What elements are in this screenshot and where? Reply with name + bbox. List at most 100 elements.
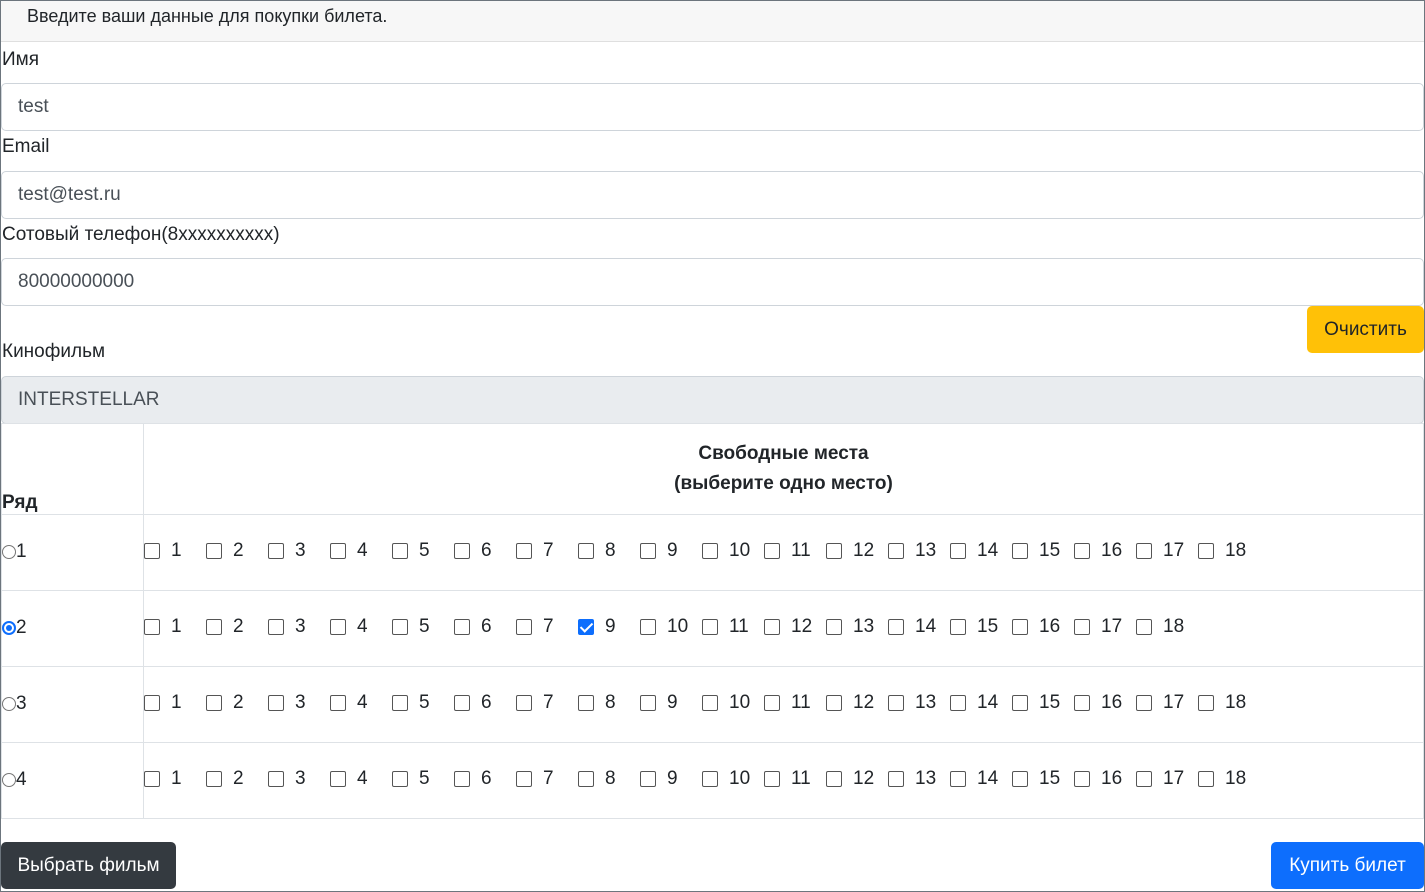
seat-option[interactable]: 3 <box>268 692 317 714</box>
seat-checkbox[interactable] <box>950 619 966 635</box>
seat-checkbox[interactable] <box>206 695 222 711</box>
seat-checkbox[interactable] <box>950 771 966 787</box>
seat-checkbox[interactable] <box>144 771 160 787</box>
seat-option[interactable]: 6 <box>454 616 503 638</box>
seat-checkbox[interactable] <box>764 695 780 711</box>
seat-checkbox[interactable] <box>764 771 780 787</box>
clear-button[interactable]: Очистить <box>1307 306 1424 353</box>
seat-option[interactable]: 15 <box>1012 692 1061 714</box>
seat-option[interactable]: 4 <box>330 768 379 790</box>
seat-checkbox[interactable] <box>826 543 842 559</box>
seat-checkbox[interactable] <box>1136 619 1152 635</box>
seat-option[interactable]: 13 <box>888 540 937 562</box>
seat-option[interactable]: 11 <box>764 768 813 790</box>
seat-option[interactable]: 1 <box>144 540 193 562</box>
seat-option[interactable]: 5 <box>392 540 441 562</box>
seat-option[interactable]: 7 <box>516 540 565 562</box>
seat-checkbox[interactable] <box>826 619 842 635</box>
seat-checkbox[interactable] <box>268 619 284 635</box>
seat-checkbox[interactable] <box>330 771 346 787</box>
seat-option[interactable]: 9 <box>640 692 689 714</box>
seat-option[interactable]: 10 <box>702 768 751 790</box>
seat-checkbox[interactable] <box>578 771 594 787</box>
seat-checkbox[interactable] <box>1198 771 1214 787</box>
row-radio-option[interactable]: 1 <box>2 541 27 563</box>
seat-checkbox[interactable] <box>702 695 718 711</box>
seat-option[interactable]: 18 <box>1198 540 1247 562</box>
seat-option[interactable]: 7 <box>516 692 565 714</box>
seat-option[interactable]: 12 <box>826 540 875 562</box>
seat-option[interactable]: 11 <box>702 616 751 638</box>
seat-option[interactable]: 15 <box>1012 768 1061 790</box>
phone-input[interactable] <box>1 258 1424 306</box>
seat-checkbox[interactable] <box>1074 771 1090 787</box>
seat-option[interactable]: 7 <box>516 616 565 638</box>
seat-checkbox[interactable] <box>454 695 470 711</box>
seat-checkbox[interactable] <box>888 695 904 711</box>
row-radio-button[interactable] <box>2 696 16 711</box>
seat-option[interactable]: 8 <box>578 540 627 562</box>
seat-option[interactable]: 4 <box>330 540 379 562</box>
seat-checkbox[interactable] <box>516 695 532 711</box>
seat-option[interactable]: 17 <box>1136 768 1185 790</box>
seat-checkbox[interactable] <box>1136 695 1152 711</box>
seat-checkbox[interactable] <box>702 771 718 787</box>
seat-checkbox[interactable] <box>144 543 160 559</box>
seat-checkbox[interactable] <box>330 619 346 635</box>
seat-checkbox[interactable] <box>950 543 966 559</box>
seat-option[interactable]: 7 <box>516 768 565 790</box>
seat-option[interactable]: 18 <box>1198 692 1247 714</box>
seat-option[interactable]: 14 <box>888 616 937 638</box>
seat-checkbox[interactable] <box>516 771 532 787</box>
seat-option[interactable]: 5 <box>392 692 441 714</box>
seat-option[interactable]: 4 <box>330 616 379 638</box>
row-radio-option[interactable]: 3 <box>2 693 27 715</box>
seat-checkbox[interactable] <box>268 543 284 559</box>
seat-checkbox[interactable] <box>888 543 904 559</box>
seat-option[interactable]: 16 <box>1074 768 1123 790</box>
seat-option[interactable]: 8 <box>578 768 627 790</box>
row-radio-button[interactable] <box>2 620 16 635</box>
row-radio-button[interactable] <box>2 544 16 559</box>
seat-checkbox[interactable] <box>764 543 780 559</box>
seat-option[interactable]: 16 <box>1074 540 1123 562</box>
seat-checkbox[interactable] <box>392 543 408 559</box>
seat-checkbox[interactable] <box>1198 543 1214 559</box>
seat-checkbox[interactable] <box>206 619 222 635</box>
seat-option[interactable]: 15 <box>1012 540 1061 562</box>
seat-checkbox[interactable] <box>640 619 656 635</box>
seat-option[interactable]: 1 <box>144 616 193 638</box>
seat-option[interactable]: 9 <box>578 616 627 638</box>
seat-option[interactable]: 11 <box>764 692 813 714</box>
seat-option[interactable]: 3 <box>268 768 317 790</box>
seat-option[interactable]: 1 <box>144 692 193 714</box>
row-radio-button[interactable] <box>2 772 16 787</box>
seat-checkbox[interactable] <box>516 619 532 635</box>
seat-option[interactable]: 14 <box>950 692 999 714</box>
seat-option[interactable]: 16 <box>1074 692 1123 714</box>
seat-checkbox[interactable] <box>578 619 594 635</box>
seat-checkbox[interactable] <box>578 695 594 711</box>
seat-option[interactable]: 5 <box>392 768 441 790</box>
seat-checkbox[interactable] <box>1074 543 1090 559</box>
seat-checkbox[interactable] <box>454 771 470 787</box>
seat-checkbox[interactable] <box>578 543 594 559</box>
seat-option[interactable]: 13 <box>826 616 875 638</box>
seat-checkbox[interactable] <box>1012 619 1028 635</box>
seat-checkbox[interactable] <box>950 695 966 711</box>
seat-checkbox[interactable] <box>640 695 656 711</box>
seat-checkbox[interactable] <box>1136 543 1152 559</box>
seat-checkbox[interactable] <box>206 543 222 559</box>
seat-option[interactable]: 14 <box>950 768 999 790</box>
seat-option[interactable]: 17 <box>1074 616 1123 638</box>
seat-option[interactable]: 11 <box>764 540 813 562</box>
seat-checkbox[interactable] <box>454 543 470 559</box>
seat-checkbox[interactable] <box>1074 619 1090 635</box>
seat-checkbox[interactable] <box>392 619 408 635</box>
seat-checkbox[interactable] <box>888 619 904 635</box>
buy-ticket-button[interactable]: Купить билет <box>1271 842 1424 889</box>
seat-checkbox[interactable] <box>888 771 904 787</box>
seat-checkbox[interactable] <box>1012 695 1028 711</box>
seat-checkbox[interactable] <box>640 771 656 787</box>
name-input[interactable] <box>1 83 1424 131</box>
